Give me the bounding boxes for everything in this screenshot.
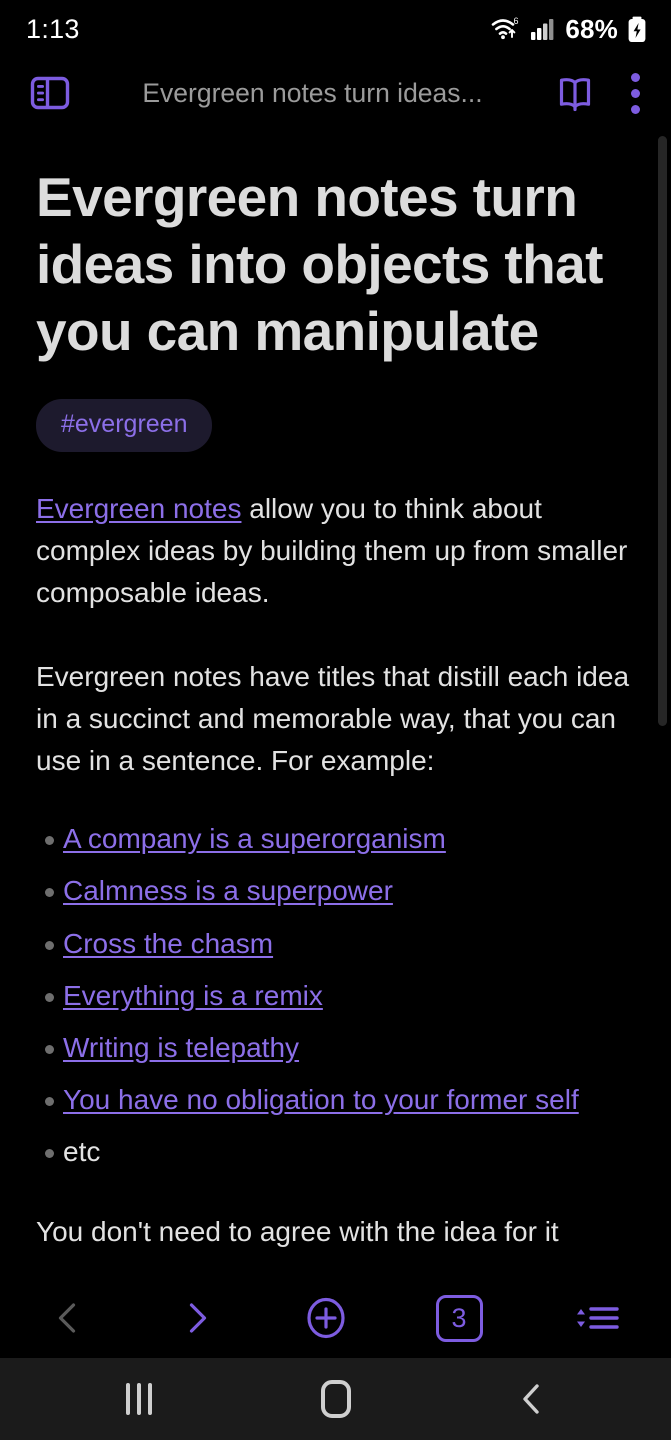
status-bar-indicators: 6 68% xyxy=(491,14,647,45)
tag-list: #evergreen xyxy=(36,399,635,453)
phone-screen: 1:13 6 68% Evergreen notes turn ideas...… xyxy=(0,0,671,1440)
android-system-nav xyxy=(0,1358,671,1440)
sort-list-icon[interactable] xyxy=(567,1298,623,1338)
note-paragraph-3-partial: You don't need to agree with the idea fo… xyxy=(36,1216,559,1248)
kebab-dot xyxy=(630,88,640,98)
content-scrollbar[interactable] xyxy=(658,128,667,1278)
link-example[interactable]: Cross the chasm xyxy=(63,928,273,959)
link-example[interactable]: Everything is a remix xyxy=(63,980,323,1011)
battery-charging-icon xyxy=(627,16,647,43)
recents-bar xyxy=(136,1383,141,1415)
open-book-icon[interactable] xyxy=(551,69,599,117)
cellular-signal-icon xyxy=(530,17,556,41)
link-example[interactable]: Writing is telepathy xyxy=(63,1032,299,1063)
note-paragraph-2: Evergreen notes have titles that distill… xyxy=(36,661,630,777)
recents-bar xyxy=(147,1383,152,1415)
tab-count-button[interactable]: 3 xyxy=(435,1294,483,1342)
recents-bar xyxy=(125,1383,130,1415)
note-title: Evergreen notes turn ideas into objects … xyxy=(36,166,603,363)
svg-text:6: 6 xyxy=(514,16,519,26)
chevron-left-icon[interactable] xyxy=(48,1297,90,1339)
link-example[interactable]: You have no obligation to your former se… xyxy=(63,1084,579,1115)
tab-count-label: 3 xyxy=(451,1302,467,1333)
battery-percent-label: 68% xyxy=(565,13,618,44)
link-example[interactable]: Calmness is a superpower xyxy=(63,875,393,906)
list-item: Cross the chasm xyxy=(36,927,635,979)
note-content-area[interactable]: Evergreen notes turn ideas into objects … xyxy=(0,128,671,1278)
note-paragraph-1: Evergreen notes allow you to think about… xyxy=(36,488,635,614)
list-item: Calmness is a superpower xyxy=(36,874,635,926)
kebab-dot xyxy=(630,72,640,82)
home-icon[interactable] xyxy=(276,1358,396,1440)
status-bar: 1:13 6 68% xyxy=(0,0,671,58)
kebab-menu-icon[interactable] xyxy=(621,72,649,114)
link-evergreen-notes[interactable]: Evergreen notes xyxy=(36,493,241,524)
list-item: A company is a superorganism xyxy=(36,822,635,874)
list-item-label: etc xyxy=(63,1136,101,1168)
recents-icon[interactable] xyxy=(79,1358,199,1440)
tag-chip-evergreen[interactable]: #evergreen xyxy=(36,399,213,453)
app-top-bar: Evergreen notes turn ideas... xyxy=(0,58,671,128)
scrollbar-thumb[interactable] xyxy=(658,136,667,726)
kebab-dot xyxy=(630,104,640,114)
sidebar-panel-icon[interactable] xyxy=(26,69,74,117)
document-title[interactable]: Evergreen notes turn ideas... xyxy=(74,78,551,109)
status-bar-clock: 1:13 xyxy=(26,13,80,44)
list-item: Everything is a remix xyxy=(36,979,635,1031)
system-back-icon[interactable] xyxy=(473,1358,593,1440)
chevron-right-icon[interactable] xyxy=(175,1297,217,1339)
list-item: Writing is telepathy xyxy=(36,1031,635,1083)
wifi-6-icon: 6 xyxy=(491,16,521,42)
link-example[interactable]: A company is a superorganism xyxy=(63,823,446,854)
browser-bottom-bar: 3 xyxy=(0,1278,671,1358)
plus-circle-icon[interactable] xyxy=(301,1293,351,1343)
list-item: etc xyxy=(36,1135,635,1187)
example-note-list: A company is a superorganism Calmness is… xyxy=(36,822,635,1187)
list-item: You have no obligation to your former se… xyxy=(36,1083,635,1135)
